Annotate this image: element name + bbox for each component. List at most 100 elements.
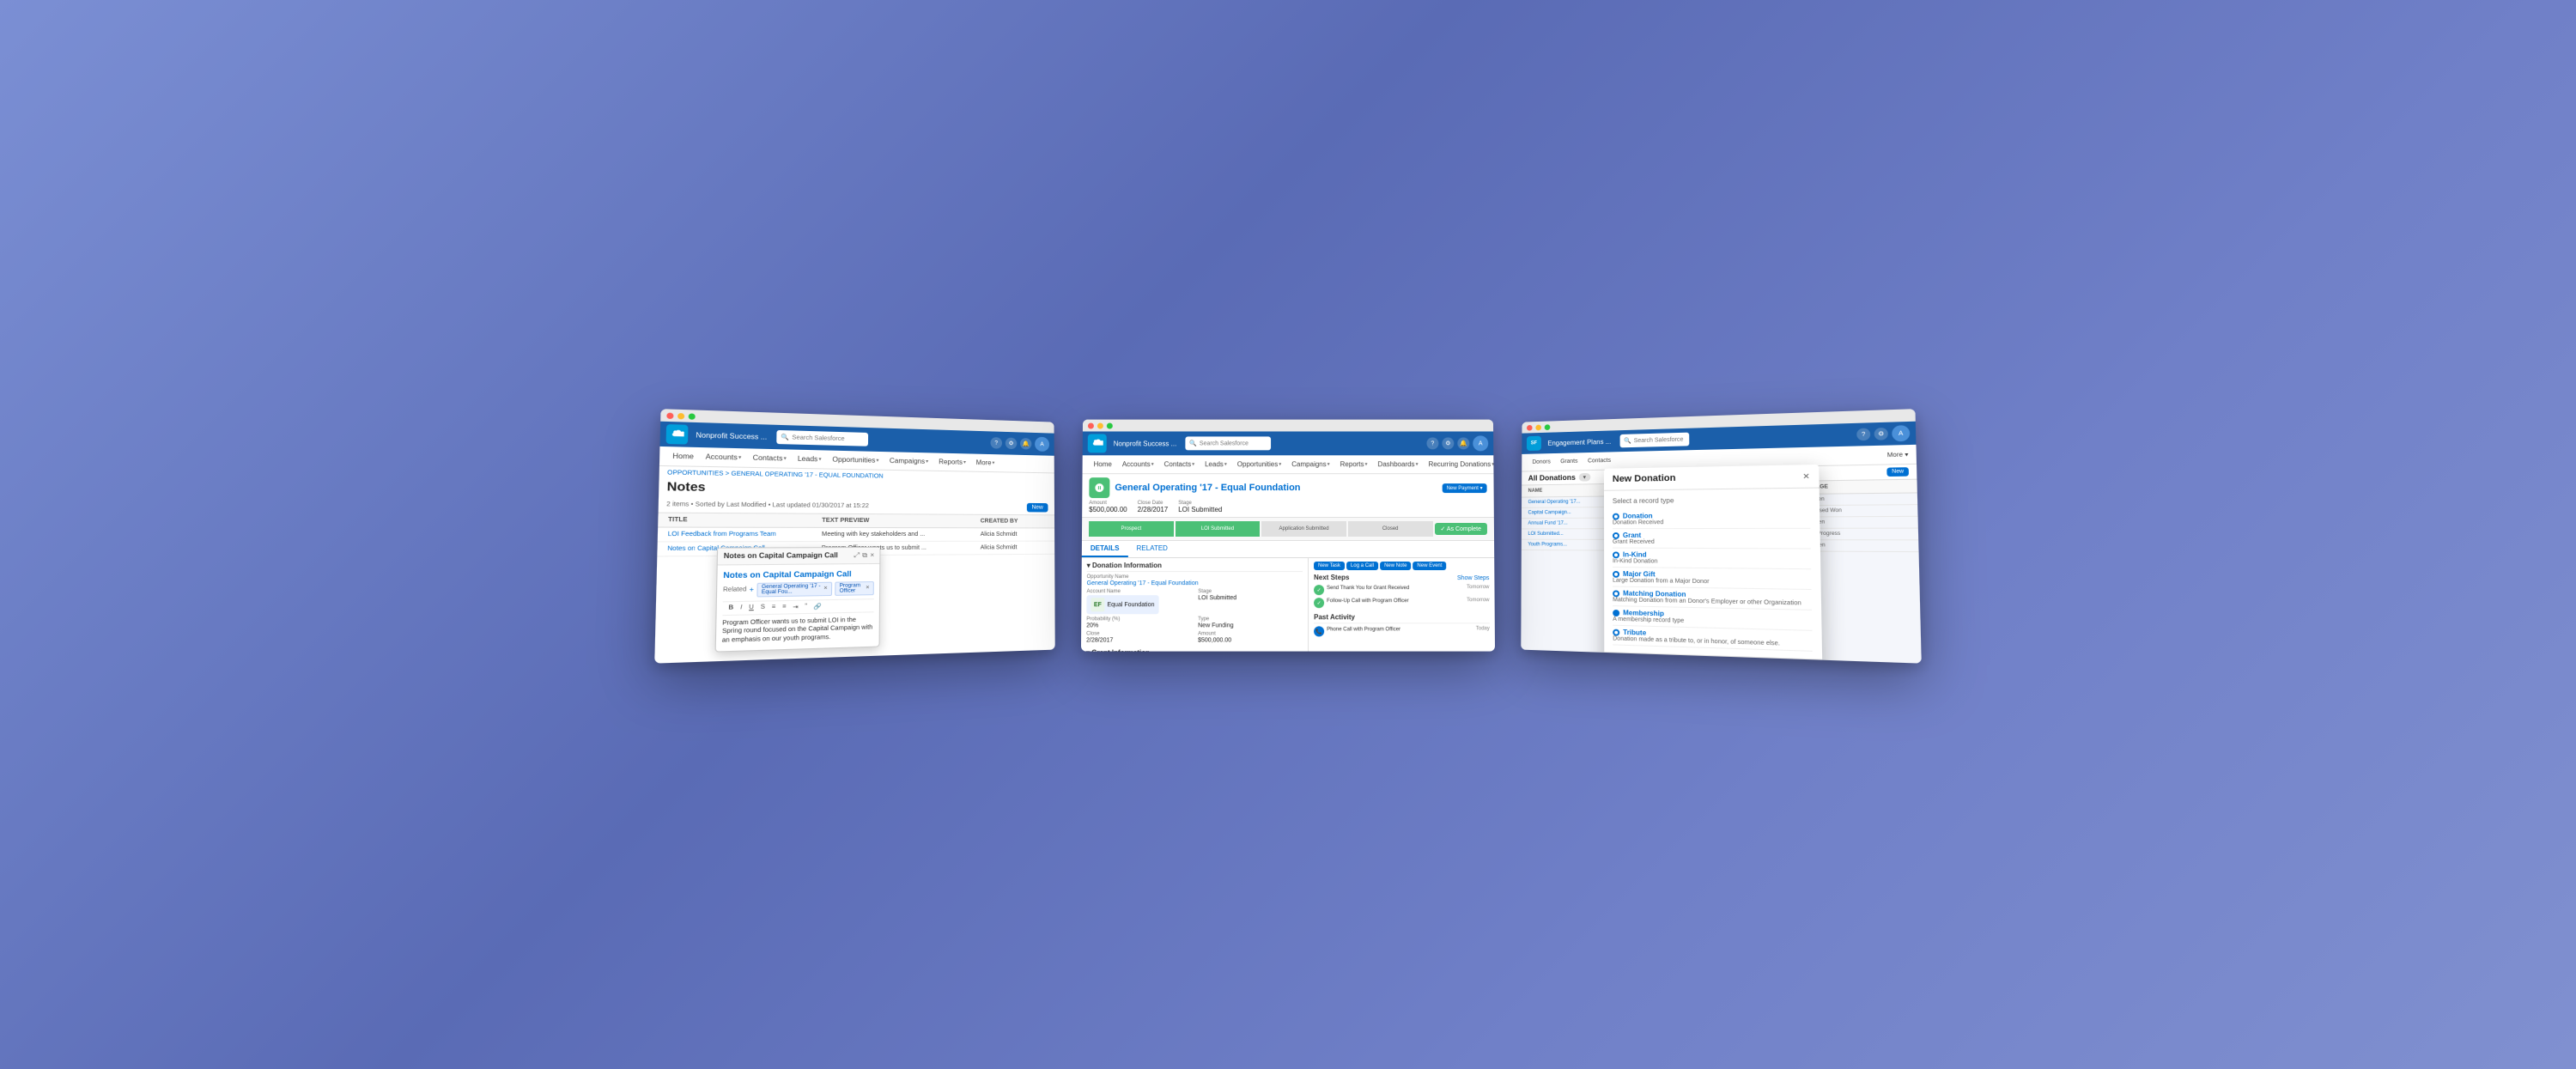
m-menu-leads[interactable]: Leads ▾ <box>1200 459 1231 470</box>
close-btn-r[interactable] <box>1527 424 1533 430</box>
rt-donation-name[interactable]: Donation <box>1613 511 1810 519</box>
m-menu-home[interactable]: Home <box>1090 459 1116 470</box>
bg-row-1-name[interactable]: General Operating '17... <box>1528 499 1613 505</box>
m-menu-opportunities[interactable]: Opportunities ▾ <box>1233 459 1285 470</box>
new-note-button[interactable]: New <box>1027 502 1048 512</box>
close-btn-m[interactable] <box>1088 422 1094 428</box>
menu-reports[interactable]: Reports▾ <box>934 456 970 467</box>
rt-grant-name[interactable]: Grant <box>1613 531 1811 538</box>
past-activity-section: Past Activity 📞 Phone Call with Program … <box>1314 613 1490 636</box>
menu-more[interactable]: More▾ <box>972 457 999 468</box>
maximize-btn-m[interactable] <box>1107 422 1113 428</box>
minimize-btn[interactable] <box>677 412 684 419</box>
donations-count: ▾ <box>1579 472 1590 481</box>
m-menu-accounts[interactable]: Accounts ▾ <box>1118 459 1158 470</box>
radio-tribute[interactable] <box>1613 629 1619 635</box>
user-avatar-r[interactable]: A <box>1892 425 1910 441</box>
meta-stage: Stage LOI Submitted <box>1178 501 1222 513</box>
menu-home[interactable]: Home <box>667 450 698 462</box>
help-icon-m[interactable]: ? <box>1426 437 1438 449</box>
radio-grant[interactable] <box>1613 531 1619 538</box>
col-created: CREATED BY <box>979 516 1053 525</box>
menu-leads[interactable]: Leads▾ <box>793 453 826 465</box>
new-note-act-btn[interactable]: New Note <box>1380 562 1411 570</box>
help-icon-r[interactable]: ? <box>1856 428 1870 440</box>
menu-contacts[interactable]: Contacts▾ <box>748 452 791 464</box>
radio-major[interactable] <box>1613 570 1619 577</box>
setup-icon-r[interactable]: ⚙ <box>1874 427 1888 440</box>
next-steps-header: Next Steps Show Steps <box>1314 574 1489 583</box>
new-task-btn[interactable]: New Task <box>1314 562 1345 570</box>
amount-detail-value: $500,000.00 <box>1198 637 1303 643</box>
search-box-middle[interactable]: 🔍 Search Salesforce <box>1185 436 1271 450</box>
menu-campaigns[interactable]: Campaigns▾ <box>885 455 933 467</box>
notification-icon-m[interactable]: 🔔 <box>1457 437 1469 449</box>
tab-related[interactable]: RELATED <box>1127 541 1176 557</box>
task-text-1: Send Thank You for Grant Received <box>1327 585 1409 592</box>
radio-inkind[interactable] <box>1613 551 1619 558</box>
notification-icon[interactable]: 🔔 <box>1020 438 1031 450</box>
modal-close-icon[interactable]: × <box>1803 470 1810 482</box>
radio-membership[interactable] <box>1613 609 1619 616</box>
stage-app[interactable]: Application Submitted <box>1261 521 1346 537</box>
m-menu-recurring[interactable]: Recurring Donations ▾ <box>1425 459 1496 470</box>
m-menu-dashboards[interactable]: Dashboards ▾ <box>1374 459 1423 470</box>
meta-close-date: Close Date 2/28/2017 <box>1138 501 1169 513</box>
r-menu-contacts[interactable]: Contacts <box>1583 456 1615 465</box>
radio-matching[interactable] <box>1613 590 1619 597</box>
new-event-btn[interactable]: New Event <box>1413 562 1446 570</box>
m-menu-contacts[interactable]: Contacts ▾ <box>1160 459 1200 470</box>
bg-row-5-name[interactable]: Youth Programs... <box>1528 542 1612 547</box>
stage-closed[interactable]: Closed <box>1348 521 1433 537</box>
r-menu-more-btn[interactable]: More ▾ <box>1887 450 1909 458</box>
stage-loi[interactable]: LOI Submitted <box>1176 521 1261 537</box>
note-created-2: Alicia Schmidt <box>979 543 1054 552</box>
stage-detail-value: LOI Submitted <box>1198 595 1303 601</box>
bg-row-3-name[interactable]: Annual Fund '17... <box>1528 520 1612 525</box>
donation-section-title: ▾ Donation Information <box>1087 562 1303 572</box>
mark-complete-btn[interactable]: ✓ As Complete <box>1434 523 1487 535</box>
help-icon[interactable]: ? <box>991 437 1003 449</box>
note-modified-1: 1/30/2017 3:22 PM <box>1053 530 1054 538</box>
r-menu-grants[interactable]: Grants <box>1556 457 1582 466</box>
close-btn[interactable] <box>666 412 673 419</box>
radio-donation[interactable] <box>1613 513 1619 519</box>
r-menu-donors[interactable]: Donors <box>1528 457 1555 466</box>
col-modified[interactable]: LAST MODIFIED ▲ <box>1053 517 1054 526</box>
menu-accounts[interactable]: Accounts▾ <box>701 451 746 463</box>
minimize-btn-m[interactable] <box>1097 422 1103 428</box>
m-menu-campaigns[interactable]: Campaigns ▾ <box>1287 459 1334 470</box>
bg-row-4-name[interactable]: LOI Submitted... <box>1528 531 1612 537</box>
opp-name-value[interactable]: General Operating '17 - Equal Foundation <box>1087 580 1303 586</box>
note-title-1[interactable]: LOI Feedback from Programs Team <box>665 529 820 539</box>
task-icon-1: ✓ <box>1314 585 1324 595</box>
modal-subtitle: Select a record type <box>1613 495 1810 504</box>
cancel-button[interactable]: Cancel <box>1736 662 1777 663</box>
tab-details[interactable]: DETAILS <box>1082 541 1128 557</box>
grant-info-title: ▾ Grant Information <box>1086 648 1303 651</box>
new-donation-btn[interactable]: New <box>1886 467 1909 477</box>
log-call-btn[interactable]: Log a Call <box>1346 562 1378 570</box>
user-avatar-left[interactable]: A <box>1035 436 1049 451</box>
popout-icon[interactable]: ⧉ <box>862 550 867 556</box>
show-steps-link[interactable]: Show Steps <box>1457 575 1489 581</box>
maximize-btn-r[interactable] <box>1545 423 1551 429</box>
stage-prospect[interactable]: Prospect <box>1089 521 1174 537</box>
bg-row-2-name[interactable]: Capital Campaign... <box>1528 509 1612 514</box>
user-avatar-m[interactable]: A <box>1473 435 1488 451</box>
activity-panel: New Task Log a Call New Note New Event N… <box>1309 558 1495 652</box>
activity-create-btns: New Task Log a Call New Note New Event <box>1314 562 1489 570</box>
setup-icon[interactable]: ⚙ <box>1005 437 1017 449</box>
expand-icon[interactable]: ⤢ <box>854 550 860 556</box>
m-menu-reports[interactable]: Reports ▾ <box>1336 459 1372 470</box>
maximize-btn[interactable] <box>689 412 696 418</box>
menu-opportunities[interactable]: Opportunities▾ <box>828 453 884 465</box>
new-payment-btn[interactable]: New Payment ▾ <box>1443 483 1487 492</box>
search-box-left[interactable]: 🔍 Search Salesforce <box>776 429 868 446</box>
minimize-btn-r[interactable] <box>1535 424 1541 430</box>
close-popup-icon[interactable]: × <box>870 550 874 556</box>
table-row: LOI Feedback from Programs Team Meeting … <box>658 527 1054 542</box>
search-box-right[interactable]: 🔍 Search Salesforce <box>1619 432 1689 447</box>
opp-meta: Amount $500,000.00 Close Date 2/28/2017 … <box>1089 501 1487 513</box>
setup-icon-m[interactable]: ⚙ <box>1442 437 1454 449</box>
